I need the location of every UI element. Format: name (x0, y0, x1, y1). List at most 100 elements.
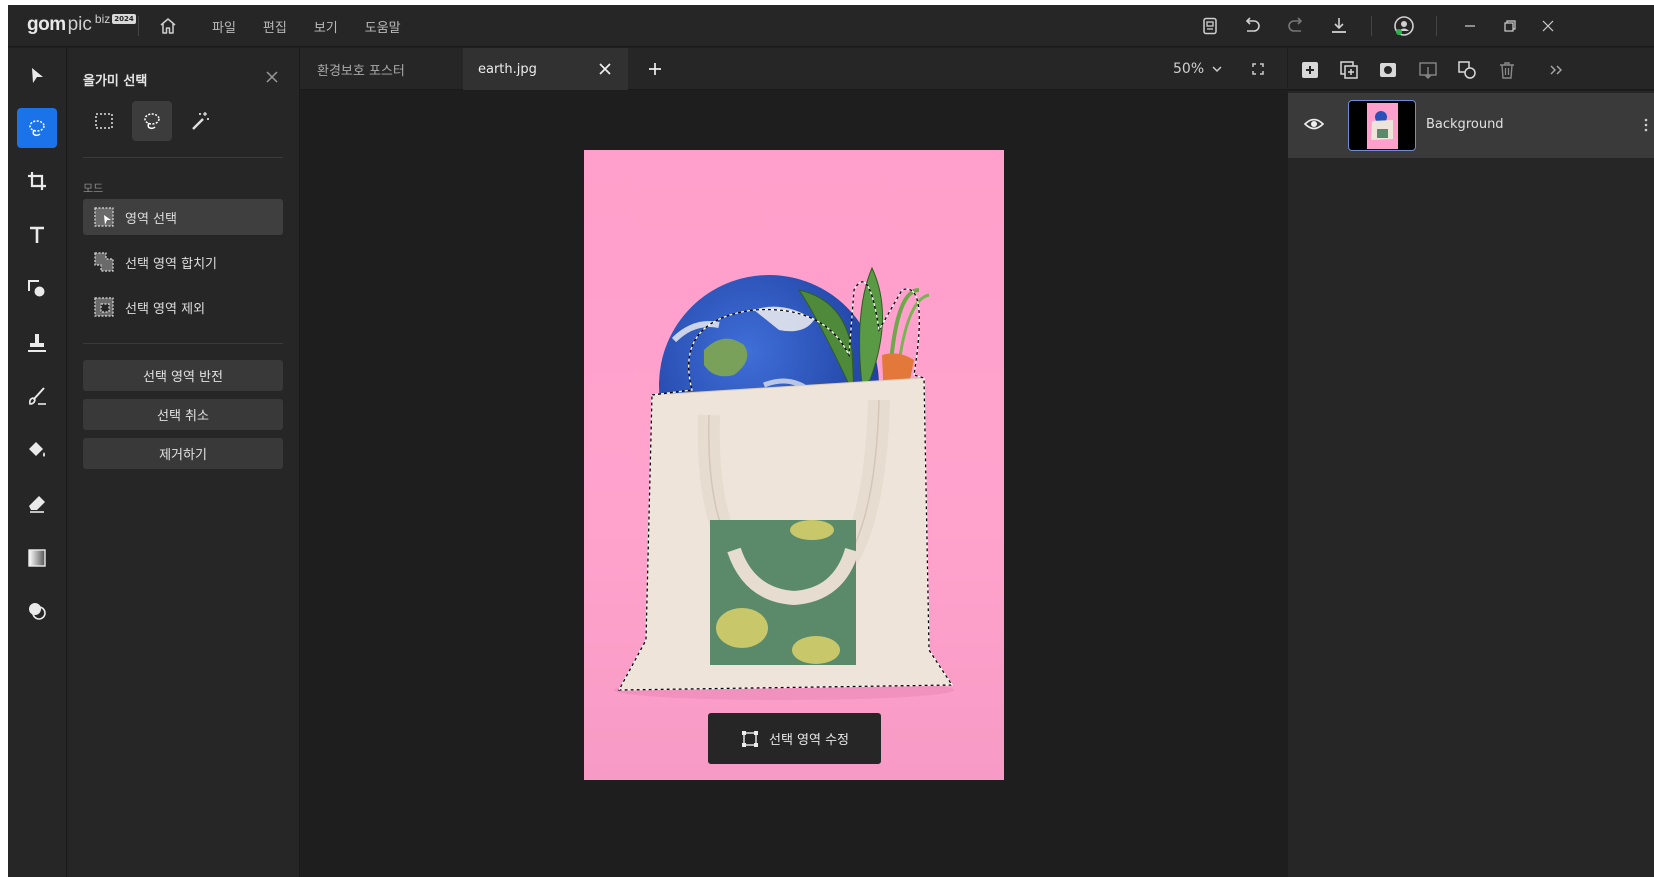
menu-help[interactable]: 도움말 (365, 17, 401, 36)
lasso-icon (144, 113, 160, 130)
minimize-icon (1465, 25, 1475, 27)
mode-new-selection[interactable]: 영역 선택 (83, 199, 283, 235)
account-icon (1394, 16, 1414, 36)
magic-wand-icon (192, 112, 209, 130)
tool-crop[interactable] (17, 161, 57, 201)
rect-select-icon (95, 113, 113, 129)
download-button[interactable] (1327, 14, 1351, 38)
more-vertical-icon (1644, 118, 1648, 132)
document-tabs: 환경보호 포스터 earth.jpg 50% (300, 48, 1287, 90)
brush-icon (29, 387, 46, 405)
edit-selection-button[interactable]: 선택 영역 수정 (708, 713, 881, 764)
tool-brush[interactable] (17, 376, 57, 416)
add-selection-icon (94, 252, 114, 272)
layer-menu-button[interactable] (1643, 117, 1649, 133)
menu-file[interactable]: 파일 (212, 17, 236, 36)
gradient-icon (28, 549, 46, 567)
text-icon (30, 226, 44, 243)
mode-label-text: 선택 영역 제외 (125, 301, 206, 317)
divider (83, 157, 283, 158)
lasso-select-button[interactable] (132, 101, 172, 141)
magic-wand-button[interactable] (180, 101, 220, 141)
title-bar: gom pic biz 2024 파일 편집 보기 도움말 (8, 5, 1654, 47)
separator (1371, 16, 1372, 36)
tab-close-button[interactable] (598, 62, 612, 76)
tab-label: earth.jpg (478, 61, 537, 77)
tool-eraser[interactable] (17, 484, 57, 524)
close-icon (599, 63, 611, 75)
zoom-value: 50% (1173, 61, 1205, 77)
expand-panel-button[interactable] (1546, 60, 1566, 80)
redo-icon (1288, 17, 1303, 32)
tool-lasso[interactable] (17, 108, 57, 148)
template-button[interactable] (1198, 14, 1222, 38)
delete-layer-button[interactable] (1497, 60, 1517, 80)
panel-close-button[interactable] (263, 68, 281, 86)
duplicate-layer-icon (1340, 61, 1358, 79)
restore-button[interactable] (1498, 14, 1522, 38)
add-layer-icon (1302, 62, 1318, 78)
layer-row[interactable]: Background (1288, 93, 1654, 158)
thumbnail-image (1367, 103, 1398, 149)
layers-toolbar (1288, 48, 1654, 90)
tool-blend[interactable] (17, 591, 57, 631)
divider (83, 343, 283, 344)
layers-panel: Background (1288, 91, 1654, 877)
restore-icon (1504, 20, 1516, 32)
duplicate-layer-button[interactable] (1339, 60, 1359, 80)
shape-icon (28, 280, 45, 297)
edit-selection-label: 선택 영역 수정 (768, 733, 850, 748)
minimize-button[interactable] (1458, 14, 1482, 38)
fullscreen-icon (1252, 63, 1264, 75)
tool-shape[interactable] (17, 269, 57, 309)
mode-add-selection[interactable]: 선택 영역 합치기 (83, 244, 283, 280)
close-icon (1542, 20, 1554, 32)
separator (1436, 16, 1437, 36)
tool-bar (8, 48, 67, 877)
new-tab-button[interactable] (646, 60, 664, 78)
undo-icon (1245, 17, 1260, 32)
merge-down-button[interactable] (1418, 60, 1438, 80)
trash-icon (1500, 62, 1514, 79)
home-icon (160, 18, 176, 34)
transform-selection-icon (741, 730, 758, 747)
tool-gradient[interactable] (17, 538, 57, 578)
close-icon (266, 71, 278, 83)
tool-move[interactable] (17, 56, 57, 96)
tab-label: 환경보호 포스터 (317, 63, 405, 79)
layer-visibility-toggle[interactable] (1303, 115, 1325, 133)
menu-view[interactable]: 보기 (314, 17, 338, 36)
layer-style-button[interactable] (1457, 60, 1477, 80)
document-image[interactable] (584, 150, 1004, 780)
redo-button[interactable] (1284, 14, 1308, 38)
template-icon (1203, 17, 1217, 35)
blend-icon (29, 603, 46, 620)
layer-name: Background (1426, 117, 1504, 132)
paint-bucket-icon (29, 442, 45, 457)
canvas-area[interactable]: 선택 영역 수정 (300, 91, 1287, 877)
eraser-icon (29, 496, 45, 513)
home-button[interactable] (156, 14, 180, 38)
menu-edit[interactable]: 편집 (263, 17, 287, 36)
remove-button[interactable]: 제거하기 (83, 438, 283, 469)
deselect-button[interactable]: 선택 취소 (83, 399, 283, 430)
add-layer-button[interactable] (1300, 60, 1320, 80)
app-window: gom pic biz 2024 파일 편집 보기 도움말 올가미 선택 모드 … (8, 5, 1654, 877)
account-button[interactable] (1392, 14, 1416, 38)
tab-earth[interactable]: earth.jpg (463, 48, 628, 90)
tool-stamp[interactable] (17, 323, 57, 363)
tab-poster[interactable]: 환경보호 포스터 (300, 48, 463, 90)
mode-subtract-selection[interactable]: 선택 영역 제외 (83, 289, 283, 325)
close-button[interactable] (1536, 14, 1560, 38)
tool-fill[interactable] (17, 430, 57, 470)
fit-screen-button[interactable] (1250, 61, 1266, 77)
separator (138, 16, 139, 36)
layer-mask-button[interactable] (1378, 60, 1398, 80)
invert-selection-button[interactable]: 선택 영역 반전 (83, 360, 283, 391)
undo-button[interactable] (1240, 14, 1264, 38)
rect-select-button[interactable] (84, 101, 124, 141)
zoom-dropdown[interactable]: 50% (1173, 48, 1223, 90)
layer-thumbnail (1348, 100, 1416, 151)
tool-text[interactable] (17, 215, 57, 255)
mode-label: 모드 (83, 182, 104, 195)
